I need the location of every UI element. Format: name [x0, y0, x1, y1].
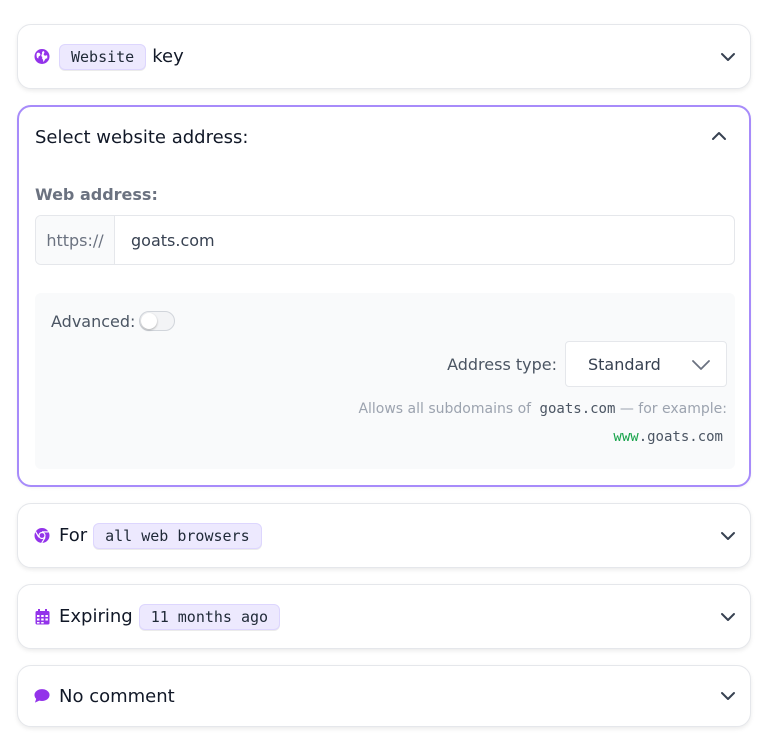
key-type-card[interactable]: Website key: [17, 24, 751, 89]
web-address-input-group: https:// goats.com: [35, 215, 735, 265]
chevron-down-icon[interactable]: [720, 611, 736, 623]
expiry-chip: 11 months ago: [138, 603, 281, 630]
expiry-card[interactable]: Expiring 11 months ago: [17, 584, 751, 649]
example-subdomain: www: [613, 429, 639, 445]
key-type-chip: Website: [59, 43, 147, 70]
advanced-panel: Advanced: Address type: Standard Allows …: [35, 293, 735, 469]
chrome-icon: [34, 528, 50, 544]
calendar-icon: [34, 608, 50, 625]
toggle-knob: [141, 313, 157, 329]
web-address-input[interactable]: goats.com: [115, 216, 734, 264]
advanced-toggle[interactable]: [139, 311, 175, 331]
chevron-down-icon: [692, 360, 710, 370]
comment-label: No comment: [59, 685, 175, 707]
chevron-up-icon[interactable]: [711, 130, 727, 142]
globe-icon: [34, 49, 50, 65]
hint-domain: goats.com: [539, 401, 616, 417]
example-domain: .goats.com: [638, 429, 723, 445]
browsers-chip: all web browsers: [93, 522, 262, 549]
address-card: Select website address: Web address: htt…: [17, 105, 751, 487]
browsers-card[interactable]: For all web browsers: [17, 503, 751, 568]
chevron-down-icon[interactable]: [720, 690, 736, 702]
address-type-value: Standard: [588, 354, 661, 374]
key-type-label: key: [152, 46, 184, 67]
hint-suffix: — for example:: [619, 401, 727, 417]
web-address-label: Web address:: [35, 185, 158, 204]
hint-text: Allows all subdomains of: [358, 401, 532, 417]
address-type-label: Address type:: [447, 355, 557, 374]
advanced-label: Advanced:: [51, 312, 136, 331]
expiry-prefix: Expiring: [59, 606, 133, 627]
url-prefix: https://: [36, 216, 115, 264]
chevron-down-icon[interactable]: [720, 51, 736, 63]
address-type-hint: Allows all subdomains of goats.com — for…: [358, 401, 727, 417]
chevron-down-icon[interactable]: [720, 530, 736, 542]
comment-icon: [34, 688, 50, 704]
browsers-prefix: For: [59, 525, 88, 546]
address-type-select[interactable]: Standard: [565, 341, 727, 387]
comment-card[interactable]: No comment: [17, 665, 751, 727]
hint-example: www.goats.com: [613, 426, 723, 445]
address-card-title: Select website address:: [35, 127, 249, 148]
